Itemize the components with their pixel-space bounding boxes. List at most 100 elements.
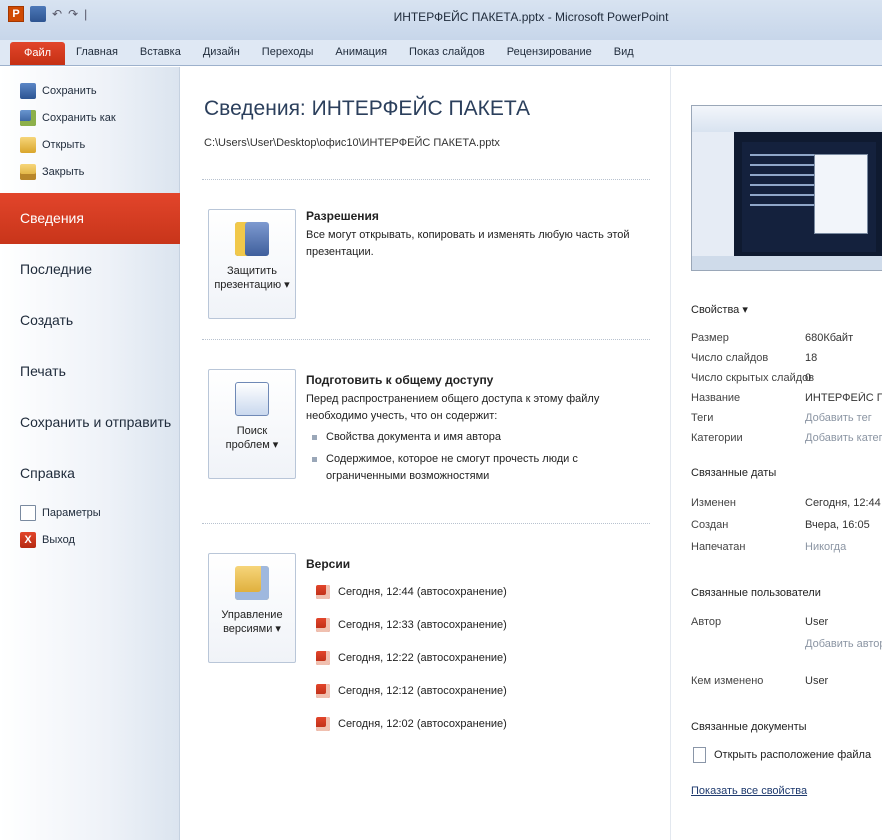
date-row: Изменен Сегодня, 12:44 bbox=[691, 497, 881, 509]
check-for-issues-button[interactable]: Поиск проблем ▾ bbox=[208, 369, 296, 479]
open-folder-icon bbox=[20, 136, 36, 153]
inspect-label-1: Поиск bbox=[236, 425, 268, 437]
separator bbox=[202, 179, 650, 180]
thumbnail-ribbon bbox=[692, 106, 882, 132]
versions-label-1: Управление bbox=[221, 609, 283, 621]
author-row: Автор User bbox=[691, 616, 829, 628]
tab-slide-show[interactable]: Показ слайдов bbox=[398, 40, 496, 65]
file-path: C:\Users\User\Desktop\офис10\ИНТЕРФЕЙС П… bbox=[204, 137, 500, 149]
properties-dropdown[interactable]: Свойства ▾ bbox=[691, 303, 748, 316]
prepare-bullet: Содержимое, которое не смогут прочесть л… bbox=[312, 451, 642, 485]
nav-exit-label: Выход bbox=[42, 533, 75, 546]
nav-exit[interactable]: X Выход bbox=[0, 526, 179, 553]
nav-open-label: Открыть bbox=[42, 138, 86, 151]
exit-icon: X bbox=[20, 531, 36, 548]
thumbnail-dialog bbox=[814, 154, 868, 234]
prepare-bullet: Свойства документа и имя автора bbox=[312, 429, 642, 446]
window-title: ИНТЕРФЕЙС ПАКЕТА.pptx - Microsoft PowerP… bbox=[393, 10, 669, 24]
related-people-heading: Связанные пользователи bbox=[691, 587, 821, 599]
version-item[interactable]: Сегодня, 12:12 (автосохранение) bbox=[316, 684, 507, 698]
tab-review[interactable]: Рецензирование bbox=[496, 40, 603, 65]
property-row[interactable]: НазваниеИНТЕРФЕЙС ПАКЕТА bbox=[691, 392, 882, 404]
tab-home[interactable]: Главная bbox=[65, 40, 129, 65]
nav-close[interactable]: Закрыть bbox=[0, 158, 179, 185]
version-label: Сегодня, 12:33 (автосохранение) bbox=[338, 619, 507, 631]
thumbnail-slide-pane bbox=[692, 132, 734, 256]
version-label: Сегодня, 12:02 (автосохранение) bbox=[338, 718, 507, 730]
permissions-text: Все могут открывать, копировать и изменя… bbox=[306, 229, 630, 258]
document-icon bbox=[693, 747, 706, 763]
related-documents-heading: Связанные документы bbox=[691, 721, 807, 733]
property-row[interactable]: Теги Добавить тег bbox=[691, 412, 882, 424]
nav-save[interactable]: Сохранить bbox=[0, 77, 179, 104]
save-as-icon bbox=[20, 109, 36, 126]
title-bar: P ↶ ↷ | ИНТЕРФЕЙС ПАКЕТА.pptx - Microsof… bbox=[0, 0, 882, 40]
version-item[interactable]: Сегодня, 12:33 (автосохранение) bbox=[316, 618, 507, 632]
prepare-heading: Подготовить к общему доступу bbox=[306, 373, 494, 387]
prepare-text: Перед распространением общего доступа к … bbox=[306, 393, 600, 422]
inspect-label-2: проблем ▾ bbox=[225, 439, 279, 451]
nav-options-label: Параметры bbox=[42, 506, 101, 519]
nav-save-as[interactable]: Сохранить как bbox=[0, 104, 179, 131]
ribbon-tabs: Файл Главная Вставка Дизайн Переходы Ани… bbox=[0, 40, 882, 66]
page-title: Сведения: ИНТЕРФЕЙС ПАКЕТА bbox=[204, 97, 531, 120]
nav-tab-info[interactable]: Сведения bbox=[0, 193, 199, 244]
related-dates-heading: Связанные даты bbox=[691, 467, 777, 479]
backstage-nav: Сохранить Сохранить как Открыть Закрыть … bbox=[0, 67, 199, 840]
separator bbox=[202, 339, 650, 340]
nav-tab-new[interactable]: Создать bbox=[0, 295, 179, 346]
tab-file[interactable]: Файл bbox=[10, 42, 66, 65]
tab-design[interactable]: Дизайн bbox=[192, 40, 251, 65]
property-row[interactable]: КатегорииДобавить категорию bbox=[691, 432, 882, 444]
nav-save-as-label: Сохранить как bbox=[42, 111, 116, 124]
nav-open[interactable]: Открыть bbox=[0, 131, 179, 158]
protect-presentation-button[interactable]: Защитить презентацию ▾ bbox=[208, 209, 296, 319]
properties-panel: Свойства ▾ Размер 680Кбайт Число слайдов 1… bbox=[670, 67, 882, 840]
version-item[interactable]: Сегодня, 12:02 (автосохранение) bbox=[316, 717, 507, 731]
permissions-heading: Разрешения bbox=[306, 209, 379, 223]
open-file-location-link[interactable]: Открыть расположение файла bbox=[693, 747, 871, 763]
open-file-location-label: Открыть расположение файла bbox=[714, 749, 872, 761]
nav-tab-recent[interactable]: Последние bbox=[0, 244, 179, 295]
separator bbox=[202, 523, 650, 524]
tab-animations[interactable]: Анимация bbox=[324, 40, 398, 65]
protect-label-1: Защитить bbox=[227, 265, 277, 277]
date-row: Напечатан Никогда bbox=[691, 541, 847, 553]
tab-view[interactable]: Вид bbox=[603, 40, 645, 65]
close-folder-icon bbox=[20, 163, 36, 180]
nav-save-label: Сохранить bbox=[42, 84, 97, 97]
property-row: Размер 680Кбайт bbox=[691, 332, 854, 344]
inspect-document-icon bbox=[235, 382, 269, 416]
protect-label-2: презентацию ▾ bbox=[214, 279, 290, 291]
powerpoint-file-icon bbox=[316, 618, 330, 632]
nav-tab-save-send[interactable]: Сохранить и отправить bbox=[0, 397, 179, 448]
version-label: Сегодня, 12:22 (автосохранение) bbox=[338, 652, 507, 664]
tab-insert[interactable]: Вставка bbox=[129, 40, 192, 65]
show-all-properties-link[interactable]: Показать все свойства bbox=[691, 785, 807, 797]
powerpoint-file-icon bbox=[316, 717, 330, 731]
modified-by-row: Кем изменено User bbox=[691, 675, 829, 687]
nav-options[interactable]: Параметры bbox=[0, 499, 179, 526]
tab-transitions[interactable]: Переходы bbox=[251, 40, 325, 65]
version-label: Сегодня, 12:44 (автосохранение) bbox=[338, 586, 507, 598]
version-item[interactable]: Сегодня, 12:22 (автосохранение) bbox=[316, 651, 507, 665]
nav-close-label: Закрыть bbox=[42, 165, 85, 178]
thumbnail-status-bar bbox=[692, 256, 882, 270]
powerpoint-file-icon bbox=[316, 585, 330, 599]
nav-tab-print[interactable]: Печать bbox=[0, 346, 179, 397]
versions-label-2: версиями ▾ bbox=[223, 623, 281, 635]
powerpoint-file-icon bbox=[316, 684, 330, 698]
property-row: Число скрытых слайдов0 bbox=[691, 372, 815, 384]
info-panel: Сведения: ИНТЕРФЕЙС ПАКЕТА C:\Users\User… bbox=[180, 67, 670, 840]
presentation-thumbnail[interactable] bbox=[691, 105, 882, 271]
version-item[interactable]: Сегодня, 12:44 (автосохранение) bbox=[316, 585, 507, 599]
versions-heading: Версии bbox=[306, 557, 351, 571]
manage-versions-button[interactable]: Управление версиями ▾ bbox=[208, 553, 296, 663]
add-author-field[interactable]: Добавить автора bbox=[805, 638, 882, 650]
version-label: Сегодня, 12:12 (автосохранение) bbox=[338, 685, 507, 697]
lock-key-icon bbox=[235, 222, 269, 256]
nav-tab-help[interactable]: Справка bbox=[0, 448, 179, 499]
versions-icon bbox=[235, 566, 269, 600]
date-row: Создан Вчера, 16:05 bbox=[691, 519, 870, 531]
options-icon bbox=[20, 504, 36, 521]
